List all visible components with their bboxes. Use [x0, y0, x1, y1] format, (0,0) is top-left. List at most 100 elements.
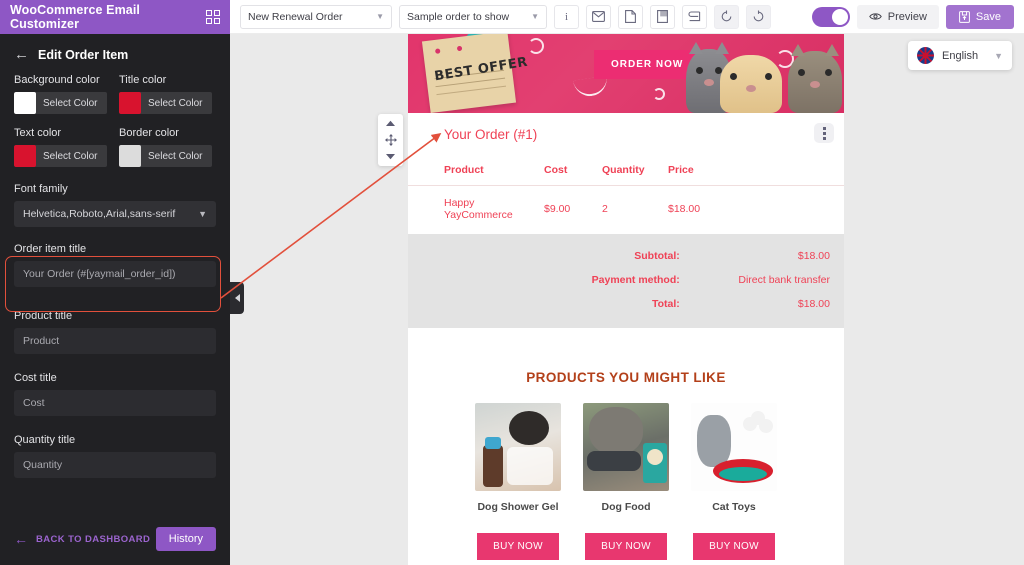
back-to-dashboard-link[interactable]: ← BACK TO DASHBOARD	[14, 531, 150, 547]
field-order-item-title: Order item title Your Order (#[yaymail_o…	[14, 243, 216, 287]
block-drag-controls[interactable]	[378, 114, 403, 166]
sidebar-collapse-handle[interactable]	[230, 282, 244, 314]
swirl-decor-icon	[528, 38, 544, 54]
app-title: WooCommerce Email Customizer	[10, 3, 140, 31]
order-title: Your Order (#1)	[444, 127, 538, 142]
subtotal-value: $18.00	[797, 250, 830, 262]
label-font-family: Font family	[14, 183, 68, 195]
email-canvas: BEST OFFER ORDER NOW Your Order (#1) Pro…	[230, 34, 1024, 565]
preview-mode-toggle[interactable]	[811, 6, 850, 27]
redo-icon[interactable]	[746, 4, 771, 29]
banner-cta-button[interactable]: ORDER NOW	[594, 50, 701, 79]
language-selector[interactable]: English ▼	[908, 41, 1012, 70]
back-arrow-icon[interactable]: ←	[14, 47, 29, 62]
title-color-button-label: Select Color	[148, 97, 203, 109]
history-button[interactable]: History	[155, 527, 216, 551]
quantity-title-input[interactable]: Quantity	[14, 452, 216, 478]
move-down-icon[interactable]	[385, 153, 396, 160]
kebab-menu-icon[interactable]	[814, 123, 834, 143]
cost-title-value: Cost	[23, 397, 45, 409]
envelope-icon[interactable]	[586, 4, 611, 29]
sidebar-footer: ← BACK TO DASHBOARD History	[0, 517, 230, 565]
label-cost-title: Cost title	[14, 372, 57, 384]
email-banner[interactable]: BEST OFFER ORDER NOW	[408, 34, 844, 113]
panel-header: ← Edit Order Item	[0, 34, 230, 74]
label-order-item-title: Order item title	[14, 243, 87, 255]
order-item-title-input[interactable]: Your Order (#[yaymail_order_id])	[14, 261, 216, 287]
background-color-swatch	[14, 92, 36, 114]
product-card[interactable]: Dog Food BUY NOW	[576, 403, 676, 560]
border-color-swatch	[119, 145, 141, 167]
background-color-button-label: Select Color	[43, 97, 98, 109]
field-quantity-title: Quantity title Quantity	[14, 434, 216, 478]
text-color-button-label: Select Color	[43, 150, 98, 162]
font-family-select[interactable]: Helvetica,Roboto,Arial,sans-serif ▼	[14, 201, 216, 227]
cost-title-input[interactable]: Cost	[14, 390, 216, 416]
total-value: $18.00	[797, 298, 830, 310]
order-items-table: Product Cost Quantity Price Happy YayCom…	[408, 164, 844, 234]
payment-method-label: Payment method:	[591, 274, 680, 286]
buy-now-button[interactable]: BUY NOW	[585, 533, 667, 560]
table-row: Happy YayCommerce $9.00 2 $18.00	[408, 186, 844, 235]
back-to-dashboard-label: BACK TO DASHBOARD	[36, 533, 151, 545]
product-image-cat-toys	[691, 403, 777, 491]
cell-price: $18.00	[668, 203, 701, 215]
preview-button[interactable]: Preview	[856, 4, 939, 29]
column-header-product: Product	[408, 164, 544, 186]
brand-bar: WooCommerce Email Customizer	[0, 0, 230, 34]
title-color-picker[interactable]: Select Color	[119, 92, 212, 114]
undo-icon[interactable]	[714, 4, 739, 29]
subtotal-label: Subtotal:	[634, 250, 680, 262]
column-header-quantity: Quantity	[602, 164, 668, 186]
font-family-value: Helvetica,Roboto,Arial,sans-serif	[23, 208, 176, 220]
product-title-value: Product	[23, 335, 60, 347]
product-card[interactable]: Dog Shower Gel BUY NOW	[468, 403, 568, 560]
text-color-picker[interactable]: Select Color	[14, 145, 107, 167]
label-background-color: Background color	[14, 74, 100, 86]
background-color-picker[interactable]: Select Color	[14, 92, 107, 114]
save-button[interactable]: Save	[945, 4, 1014, 29]
page-icon[interactable]	[618, 4, 643, 29]
product-name: Dog Food	[601, 501, 651, 513]
buy-now-button[interactable]: BUY NOW	[693, 533, 775, 560]
product-title-input[interactable]: Product	[14, 328, 216, 354]
page-fold-icon[interactable]	[650, 4, 675, 29]
buy-now-button[interactable]: BUY NOW	[477, 533, 559, 560]
label-title-color: Title color	[119, 74, 167, 86]
product-card[interactable]: Cat Toys BUY NOW	[684, 403, 784, 560]
info-icon[interactable]: i	[554, 4, 579, 29]
field-background-color: Background color Select Color	[14, 74, 107, 114]
payment-method-value: Direct bank transfer	[738, 274, 830, 286]
product-name: Dog Shower Gel	[477, 501, 559, 513]
editor-sidebar: WooCommerce Email Customizer ← Edit Orde…	[0, 0, 230, 565]
totals-row-subtotal: Subtotal: $18.00	[408, 244, 844, 268]
banner-cat-image	[788, 44, 842, 113]
sample-order-select[interactable]: Sample order to show ▼	[399, 4, 547, 29]
squiggle-decor-icon	[572, 75, 610, 99]
recommended-products-block[interactable]: PRODUCTS YOU MIGHT LIKE Dog Shower Gel B…	[408, 350, 844, 565]
panel-body: Background color Select Color Title colo…	[0, 74, 230, 517]
arrow-left-icon: ←	[14, 531, 28, 547]
sample-order-value: Sample order to show	[407, 10, 510, 23]
email-preview: BEST OFFER ORDER NOW Your Order (#1) Pro…	[408, 34, 844, 565]
totals-row-payment-method: Payment method: Direct bank transfer	[408, 268, 844, 292]
total-label: Total:	[651, 298, 680, 310]
save-button-label: Save	[975, 10, 1001, 23]
tab-shape-icon[interactable]	[682, 4, 707, 29]
save-disk-icon	[959, 10, 970, 23]
color-row-1: Background color Select Color Title colo…	[14, 74, 216, 127]
email-template-select[interactable]: New Renewal Order ▼	[240, 4, 392, 29]
field-cost-title: Cost title Cost	[14, 372, 216, 416]
toggle-knob	[831, 8, 848, 25]
product-name: Cat Toys	[712, 501, 756, 513]
field-title-color: Title color Select Color	[119, 74, 212, 114]
order-item-block[interactable]: Your Order (#1) Product Cost Quantity Pr…	[408, 113, 844, 340]
product-image-dog-shower-gel	[475, 403, 561, 491]
move-icon[interactable]	[384, 134, 397, 146]
grid-icon[interactable]	[206, 10, 220, 24]
move-up-icon[interactable]	[385, 120, 396, 127]
table-header-row: Product Cost Quantity Price	[408, 164, 844, 186]
border-color-picker[interactable]: Select Color	[119, 145, 212, 167]
chevron-down-icon: ▼	[198, 209, 207, 219]
totals-row-total: Total: $18.00	[408, 292, 844, 316]
